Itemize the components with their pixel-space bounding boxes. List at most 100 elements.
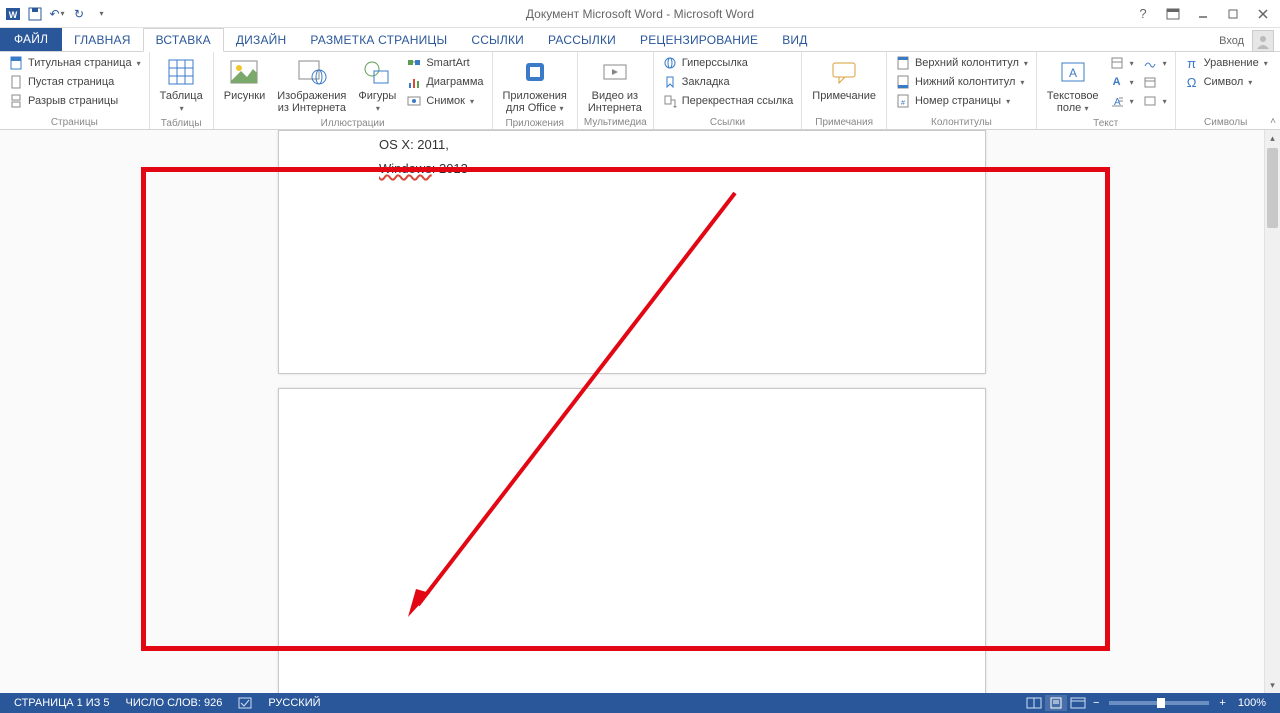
signature-line-button[interactable]: ▾ [1140,54,1169,72]
redo-icon[interactable]: ↻ [70,5,88,23]
date-time-button[interactable] [1140,73,1169,91]
collapse-ribbon-icon[interactable]: ˄ [1270,116,1276,127]
page-number-button[interactable]: #Номер страницы▾ [893,92,1030,110]
group-illustrations: Рисунки Изображенияиз Интернета Фигуры▾ … [214,52,493,129]
document-area[interactable]: OS X: 2011, Windows: 2013 [0,130,1264,693]
hyperlink-button[interactable]: Гиперссылка [660,54,796,72]
page-2[interactable] [278,388,986,693]
pictures-icon [228,56,260,88]
equation-icon: π [1184,55,1200,71]
group-media: Видео изИнтернета Мультимедиа [578,52,654,129]
zoom-out-button[interactable]: − [1089,697,1103,709]
hyperlink-icon [662,55,678,71]
smartart-button[interactable]: SmartArt [404,54,485,72]
group-label-illustrations: Иллюстрации [220,117,486,129]
view-web-layout-icon[interactable] [1067,695,1089,711]
zoom-level[interactable]: 100% [1230,697,1274,709]
pictures-button[interactable]: Рисунки [220,54,270,104]
group-headerfooter: Верхний колонтитул▾ Нижний колонтитул▾ #… [887,52,1037,129]
group-symbols: πУравнение▾ ΩСимвол▾ Символы [1176,52,1276,129]
tab-review[interactable]: РЕЦЕНЗИРОВАНИЕ [628,29,770,51]
screenshot-icon [406,93,422,109]
svg-text:A: A [1069,66,1077,80]
scroll-thumb[interactable] [1267,148,1278,228]
page-break-button[interactable]: Разрыв страницы [6,92,143,110]
blank-page-button[interactable]: Пустая страница [6,73,143,91]
apps-for-office-button[interactable]: Приложениядля Office ▾ [499,54,571,117]
zoom-slider-thumb[interactable] [1157,698,1165,708]
blank-page-icon [8,74,24,90]
undo-icon[interactable]: ↶▾ [48,5,66,23]
ribbon-tabs: ФАЙЛ ГЛАВНАЯ ВСТАВКА ДИЗАЙН РАЗМЕТКА СТР… [0,28,1280,52]
footer-icon [895,74,911,90]
smartart-icon [406,55,422,71]
shapes-button[interactable]: Фигуры▾ [354,54,400,117]
tab-view[interactable]: ВИД [770,29,819,51]
object-button[interactable]: ▾ [1140,92,1169,110]
scroll-down-icon[interactable]: ▾ [1265,677,1280,693]
status-proofing-icon[interactable] [230,697,260,709]
page-number-icon: # [895,93,911,109]
qat-customize-icon[interactable]: ▾ [92,5,110,23]
tab-layout[interactable]: РАЗМЕТКА СТРАНИЦЫ [298,29,459,51]
user-avatar-icon[interactable] [1252,30,1274,52]
cover-page-button[interactable]: Титульная страница▾ [6,54,143,72]
group-pages: Титульная страница▾ Пустая страница Разр… [0,52,150,129]
header-button[interactable]: Верхний колонтитул▾ [893,54,1030,72]
group-label-text: Текст [1043,117,1169,129]
text-box-button[interactable]: A Текстовоеполе ▾ [1043,54,1103,117]
group-comments: Примечание Примечания [802,52,887,129]
wordart-button[interactable]: A▾ [1107,73,1136,91]
word-app-icon[interactable]: W [4,5,22,23]
symbol-button[interactable]: ΩСимвол▾ [1182,73,1270,91]
equation-button[interactable]: πУравнение▾ [1182,54,1270,72]
tab-mailings[interactable]: РАССЫЛКИ [536,29,628,51]
cross-reference-button[interactable]: Перекрестная ссылка [660,92,796,110]
screenshot-button[interactable]: Снимок▾ [404,92,485,110]
group-apps: Приложениядля Office ▾ Приложения [493,52,578,129]
status-page[interactable]: СТРАНИЦА 1 ИЗ 5 [6,697,118,709]
zoom-slider[interactable] [1109,701,1209,705]
footer-button[interactable]: Нижний колонтитул▾ [893,73,1030,91]
status-language[interactable]: РУССКИЙ [260,697,328,709]
group-tables: Таблица▾ Таблицы [150,52,214,129]
comment-button[interactable]: Примечание [808,54,880,104]
chart-button[interactable]: Диаграмма [404,73,485,91]
scroll-up-icon[interactable]: ▴ [1265,130,1280,146]
quick-access-toolbar: W ↶▾ ↻ ▾ [0,5,110,23]
vertical-scrollbar[interactable]: ▴ ▾ [1264,130,1280,693]
tab-design[interactable]: ДИЗАЙН [224,29,299,51]
zoom-in-button[interactable]: + [1215,697,1229,709]
bookmark-button[interactable]: Закладка [660,73,796,91]
maximize-icon[interactable] [1222,4,1244,24]
status-word-count[interactable]: ЧИСЛО СЛОВ: 926 [118,697,231,709]
drop-cap-button[interactable]: A▾ [1107,92,1136,110]
bookmark-icon [662,74,678,90]
tab-home[interactable]: ГЛАВНАЯ [62,29,142,51]
tab-references[interactable]: ССЫЛКИ [459,29,536,51]
close-icon[interactable] [1252,4,1274,24]
view-print-layout-icon[interactable] [1045,695,1067,711]
quick-parts-button[interactable]: ▾ [1107,54,1136,72]
minimize-icon[interactable] [1192,4,1214,24]
view-read-mode-icon[interactable] [1023,695,1045,711]
page-1[interactable]: OS X: 2011, Windows: 2013 [278,130,986,374]
object-icon [1142,93,1158,109]
table-button[interactable]: Таблица▾ [156,54,207,117]
title-bar: W ↶▾ ↻ ▾ Документ Microsoft Word - Micro… [0,0,1280,28]
group-label-comments: Примечания [808,116,880,128]
apps-icon [519,56,551,88]
header-icon [895,55,911,71]
page-break-icon [8,93,24,109]
save-icon[interactable] [26,5,44,23]
tab-file[interactable]: ФАЙЛ [0,27,62,51]
chart-icon [406,74,422,90]
help-icon[interactable]: ? [1132,4,1154,24]
symbol-icon: Ω [1184,74,1200,90]
tab-insert[interactable]: ВСТАВКА [143,28,224,52]
online-pictures-button[interactable]: Изображенияиз Интернета [273,54,350,116]
group-label-links: Ссылки [660,116,796,128]
online-video-button[interactable]: Видео изИнтернета [584,54,646,116]
sign-in-link[interactable]: Вход [1219,35,1244,47]
ribbon-display-options-icon[interactable] [1162,4,1184,24]
